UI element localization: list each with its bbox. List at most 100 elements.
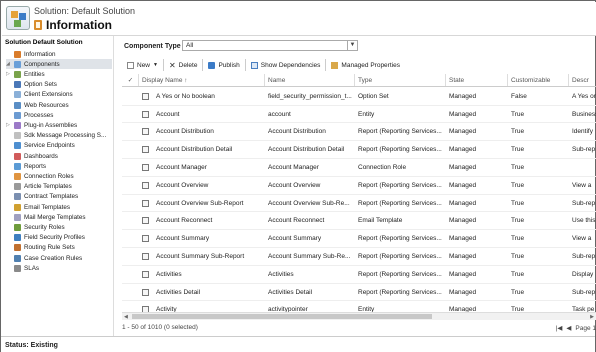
component-type-select[interactable]: All ▼	[182, 40, 358, 51]
type-cell: Report (Reporting Services...	[358, 270, 442, 278]
sidebar-item[interactable]: Article Templates	[6, 182, 112, 192]
sidebar-item-icon	[14, 234, 21, 242]
table-row[interactable]: Activities Detail Activities Detail Report…	[122, 284, 596, 302]
sidebar-item[interactable]: Email Templates	[6, 202, 112, 212]
new-button[interactable]: New ▼	[122, 59, 164, 71]
breadcrumb: Solution: Default Solution	[34, 6, 136, 16]
scroll-left-icon[interactable]: ◀	[124, 313, 128, 321]
table-row[interactable]: Account account Entity Managed True Business	[122, 106, 596, 124]
type-cell: Email Template	[358, 217, 403, 225]
pager: |◀ ◀ Page 1	[556, 324, 596, 333]
chevron-down-icon[interactable]: ▼	[347, 41, 357, 50]
table-row[interactable]: Account Summary Account Summary Report (Re…	[122, 230, 596, 248]
customizable-cell: True	[511, 199, 525, 207]
table-row[interactable]: A Yes or No boolean field_security_permis…	[122, 88, 596, 106]
sidebar-item[interactable]: Web Resources	[6, 100, 112, 110]
sidebar-item[interactable]: Case Creation Rules	[6, 253, 112, 263]
expander-icon[interactable]: ▷	[6, 122, 11, 128]
display-name-cell: Account	[138, 106, 264, 123]
type-cell: Report (Reporting Services...	[358, 252, 442, 260]
name-cell: Account Distribution Detail	[268, 146, 345, 154]
table-row[interactable]: Account Manager Account Manager Connection…	[122, 159, 596, 177]
expander-icon[interactable]: ◢	[6, 61, 11, 67]
sidebar-item[interactable]: Field Security Profiles	[6, 233, 112, 243]
show-dependencies-button[interactable]: Show Dependencies	[246, 59, 327, 71]
table-row[interactable]: Activities Activities Report (Reporting Se…	[122, 266, 596, 284]
sidebar-item[interactable]: Service Endpoints	[6, 141, 112, 151]
expander-icon[interactable]: ▷	[6, 71, 11, 77]
sidebar-item[interactable]: Contract Templates	[6, 192, 112, 202]
components-grid: ✓ Display Name ↑ Name Type State Customi…	[122, 74, 596, 321]
sidebar-item-label: Email Templates	[24, 203, 71, 211]
sidebar-item[interactable]: Routing Rule Sets	[6, 243, 112, 253]
scrollbar-thumb[interactable]	[132, 314, 432, 319]
sidebar-item-label: Mail Merge Templates	[24, 213, 86, 221]
window-frame: Solution: Default Solution Information S…	[0, 0, 596, 352]
sidebar-item[interactable]: SLAs	[6, 263, 112, 273]
column-name[interactable]: Name	[264, 74, 354, 86]
sidebar-item[interactable]: Sdk Message Processing S...	[6, 131, 112, 141]
display-name-text: A Yes or No boolean	[156, 92, 215, 100]
sidebar-item-icon	[14, 132, 21, 140]
sidebar-item[interactable]: ▷ Entities	[6, 69, 112, 79]
horizontal-scrollbar[interactable]: ◀ ▶	[122, 312, 596, 320]
display-name-text: Account Summary	[156, 235, 210, 243]
chevron-down-icon[interactable]: ▼	[153, 62, 158, 68]
sidebar-item-label: Service Endpoints	[24, 142, 75, 150]
name-cell: Account Summary Sub-Re...	[268, 252, 351, 260]
select-all-checkbox[interactable]: ✓	[122, 74, 136, 86]
sidebar-item-label: Option Sets	[24, 81, 57, 89]
display-name-text: Activities	[156, 270, 182, 278]
table-row[interactable]: Account Overview Account Overview Report (…	[122, 177, 596, 195]
customizable-cell: True	[511, 288, 525, 296]
managed-properties-button[interactable]: Managed Properties	[326, 59, 405, 71]
display-name-cell: Account Reconnect	[138, 213, 264, 230]
sidebar-item[interactable]: Processes	[6, 110, 112, 120]
table-row[interactable]: Account Overview Sub-Report Account Overv…	[122, 195, 596, 213]
sidebar-item[interactable]: Option Sets	[6, 80, 112, 90]
column-customizable[interactable]: Customizable	[507, 74, 568, 86]
sidebar-item[interactable]: Dashboards	[6, 151, 112, 161]
new-icon	[127, 61, 134, 69]
description-cell	[568, 159, 596, 176]
column-description[interactable]: Descr	[568, 74, 596, 86]
table-row[interactable]: Account Distribution Detail Account Distr…	[122, 141, 596, 159]
display-name-text: Account Distribution	[156, 128, 214, 136]
name-cell: account	[268, 110, 291, 118]
column-display-name[interactable]: Display Name ↑	[138, 74, 264, 86]
display-name-cell: A Yes or No boolean	[138, 88, 264, 105]
sidebar-item-icon	[14, 142, 21, 150]
customizable-cell: True	[511, 270, 525, 278]
publish-button[interactable]: Publish	[203, 59, 246, 71]
grid-header-row: ✓ Display Name ↑ Name Type State Customi…	[122, 74, 596, 87]
display-name-cell: Account Summary	[138, 230, 264, 247]
customizable-cell: True	[511, 163, 525, 171]
previous-page-icon[interactable]: ◀	[566, 324, 571, 332]
display-name-cell: Account Distribution Detail	[138, 141, 264, 158]
sidebar-item-icon	[14, 101, 21, 109]
sidebar-item[interactable]: Mail Merge Templates	[6, 212, 112, 222]
sidebar-item-label: Contract Templates	[24, 193, 79, 201]
column-state[interactable]: State	[445, 74, 507, 86]
description-cell: Use this	[572, 217, 596, 225]
display-name-cell: Activities Detail	[138, 284, 264, 301]
sidebar-item[interactable]: Client Extensions	[6, 90, 112, 100]
sidebar-item[interactable]: ◢ Components	[6, 59, 112, 70]
component-type-icon	[142, 252, 149, 260]
sidebar-item[interactable]: Connection Roles	[6, 171, 112, 181]
sidebar-item[interactable]: Security Roles	[6, 222, 112, 232]
sidebar-item[interactable]: Reports	[6, 161, 112, 171]
first-page-icon[interactable]: |◀	[556, 324, 563, 332]
sidebar-item[interactable]: Information	[6, 49, 112, 59]
name-cell: Account Manager	[268, 163, 319, 171]
sidebar-item-icon	[14, 203, 21, 211]
column-type[interactable]: Type	[354, 74, 445, 86]
sidebar-item-label: Field Security Profiles	[24, 234, 85, 242]
state-cell: Managed	[449, 288, 477, 296]
table-row[interactable]: Account Summary Sub-Report Account Summar…	[122, 248, 596, 266]
scroll-right-icon[interactable]: ▶	[590, 313, 594, 321]
table-row[interactable]: Account Reconnect Account Reconnect Email …	[122, 213, 596, 231]
table-row[interactable]: Account Distribution Account Distribution…	[122, 124, 596, 142]
sidebar-item[interactable]: ▷ Plug-in Assemblies	[6, 120, 112, 130]
delete-button[interactable]: ✕ Delete	[164, 59, 204, 71]
